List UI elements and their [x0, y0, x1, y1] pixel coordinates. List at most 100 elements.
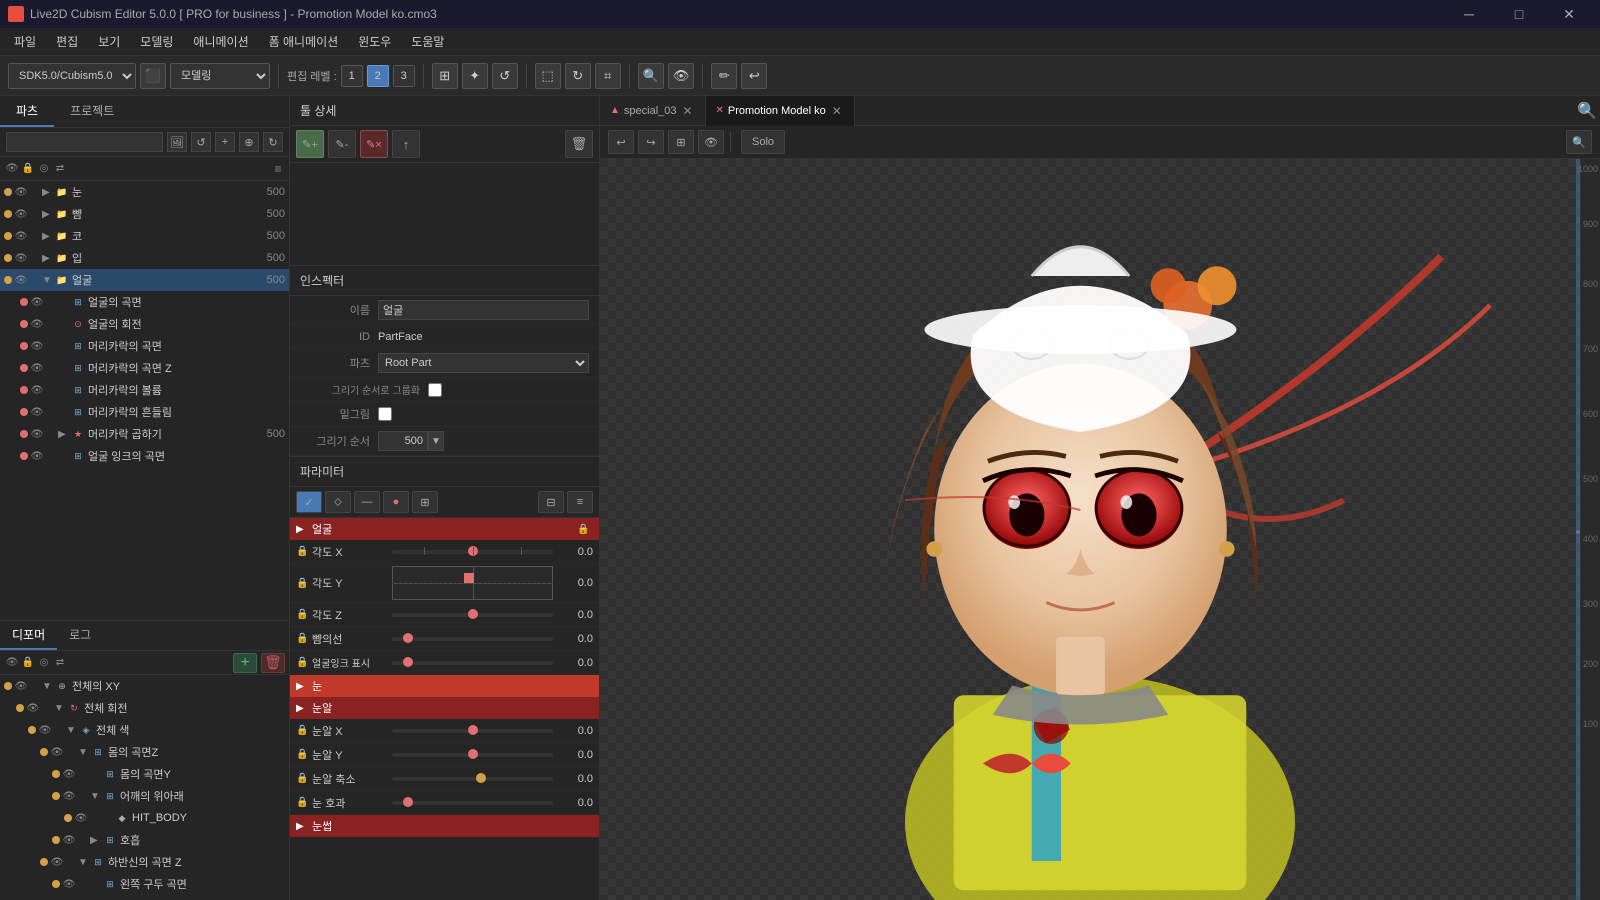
2d-thumb[interactable]: [464, 573, 474, 583]
lock-btn[interactable]: [76, 789, 90, 803]
lock-btn[interactable]: [28, 229, 42, 243]
header-link-icon[interactable]: ⇄: [52, 161, 68, 177]
part-row[interactable]: 👁 ⊞ 머리카락의 흔들림: [0, 401, 289, 423]
part-select[interactable]: Root Part: [378, 353, 589, 373]
spinner-down-btn[interactable]: ▼: [428, 431, 444, 451]
lock-btn[interactable]: [44, 427, 58, 441]
lock-btn[interactable]: [44, 339, 58, 353]
param-lock-icon[interactable]: 🔒: [296, 546, 312, 557]
level-2-button[interactable]: 2: [367, 65, 389, 87]
lock-btn[interactable]: [44, 317, 58, 331]
param-slider-anglex[interactable]: [392, 544, 553, 560]
cv-search-btn[interactable]: 🔍: [1566, 130, 1592, 154]
lock-btn[interactable]: [76, 833, 90, 847]
part-row[interactable]: 👁 ▶ 📁 입 500: [0, 247, 289, 269]
part-row[interactable]: 👁 ⊞ 머리카락의 곡면: [0, 335, 289, 357]
maximize-button[interactable]: □: [1496, 0, 1542, 28]
tool-up-btn[interactable]: ↑: [392, 130, 420, 158]
expand-btn[interactable]: ▶: [42, 231, 54, 242]
menu-view[interactable]: 보기: [88, 29, 130, 54]
part-row[interactable]: 👁 ⊞ 얼굴의 곡면: [0, 291, 289, 313]
lock-btn[interactable]: [76, 767, 90, 781]
close-button[interactable]: ✕: [1546, 0, 1592, 28]
eye-btn[interactable]: 👁: [38, 723, 52, 737]
params-check-btn[interactable]: ✓: [296, 491, 322, 513]
param-group-header-eye[interactable]: ▶ 눈: [290, 675, 599, 697]
cv-eye-btn[interactable]: 👁: [698, 130, 724, 154]
tab-deformer[interactable]: 디포머: [0, 621, 57, 650]
sdk-select[interactable]: SDK5.0/Cubism5.0: [8, 63, 136, 89]
grid-button[interactable]: ⊞: [432, 63, 458, 89]
param-group-header-eyebrow[interactable]: ▶ 눈썹: [290, 815, 599, 837]
eye-btn[interactable]: 👁: [30, 383, 44, 397]
eye-btn[interactable]: 👁: [30, 317, 44, 331]
header-lock-icon[interactable]: 🔒: [20, 161, 36, 177]
parts-refresh-btn[interactable]: ↻: [263, 132, 283, 152]
part-row[interactable]: 👁 ▶ 📁 코 500: [0, 225, 289, 247]
select-button[interactable]: ⬚: [535, 63, 561, 89]
part-row[interactable]: 👁 ▶ ★ 머리카락 곱하기 500: [0, 423, 289, 445]
expand-btn[interactable]: ▼: [78, 747, 90, 758]
params-red-btn[interactable]: ●: [383, 491, 409, 513]
param-lock-icon[interactable]: 🔒: [296, 797, 312, 808]
lock-btn[interactable]: [64, 855, 78, 869]
slider-thumb[interactable]: [476, 773, 486, 783]
param-lock-icon[interactable]: 🔒: [296, 578, 312, 589]
expand-btn[interactable]: ▶: [42, 253, 54, 264]
parts-link-btn[interactable]: ⊕: [239, 132, 259, 152]
tab-parts[interactable]: 파츠: [0, 96, 54, 127]
eye-button[interactable]: 👁: [668, 63, 695, 89]
loop-button[interactable]: ↻: [565, 63, 591, 89]
tool-create-btn[interactable]: ✎+: [296, 130, 324, 158]
expand-btn[interactable]: ▼: [42, 275, 54, 286]
param-lock-icon[interactable]: 🔒: [296, 773, 312, 784]
eye-btn[interactable]: 👁: [62, 767, 76, 781]
cv-redo-btn[interactable]: ↪: [638, 130, 664, 154]
slider-thumb[interactable]: [403, 633, 413, 643]
draw-order-checkbox[interactable]: [428, 383, 442, 397]
header-visible-icon[interactable]: ◎: [36, 161, 52, 177]
expand-btn[interactable]: ▼: [66, 725, 78, 736]
eye-btn[interactable]: 👁: [30, 449, 44, 463]
tab-close-btn[interactable]: ✕: [830, 104, 844, 118]
deformer-item[interactable]: 👁 ▼ ↻ 전체 회전: [0, 697, 289, 719]
deformer-item[interactable]: 👁 ◆ HIT_BODY: [0, 807, 289, 829]
param-slider-faceink[interactable]: [392, 655, 553, 671]
param-slider-eyex[interactable]: [392, 723, 553, 739]
zoom-in-btn[interactable]: 🔍: [1574, 99, 1600, 123]
lock-btn[interactable]: [28, 273, 42, 287]
slider-thumb[interactable]: [468, 609, 478, 619]
slider-thumb[interactable]: [403, 797, 413, 807]
deformer-add-btn[interactable]: +: [233, 653, 257, 673]
lock-btn[interactable]: [44, 405, 58, 419]
expand-btn[interactable]: ▼: [54, 703, 66, 714]
param-lock-icon[interactable]: 🔒: [296, 749, 312, 760]
lock-btn[interactable]: [44, 383, 58, 397]
header-menu-btn[interactable]: ≡: [271, 162, 285, 176]
deformer-item[interactable]: 👁 ▼ ⊞ 어깨의 위아래: [0, 785, 289, 807]
expand-btn[interactable]: ▶: [42, 209, 54, 220]
param-slider-eyey[interactable]: [392, 747, 553, 763]
lock-btn[interactable]: [44, 449, 58, 463]
deformer-item[interactable]: 👁 ▼ ⊕ 전체의 XY: [0, 675, 289, 697]
eye-btn[interactable]: 👁: [26, 701, 40, 715]
eye-btn[interactable]: 👁: [30, 361, 44, 375]
def-eye-icon[interactable]: 👁: [4, 655, 20, 671]
name-input[interactable]: [378, 300, 589, 320]
lock-btn[interactable]: [40, 701, 54, 715]
params-auto-btn[interactable]: —: [354, 491, 380, 513]
menu-file[interactable]: 파일: [4, 29, 46, 54]
eye-btn[interactable]: 👁: [30, 295, 44, 309]
param-slider-angley[interactable]: [392, 566, 553, 600]
eye-btn[interactable]: 👁: [14, 229, 28, 243]
tool-trash-btn[interactable]: 🗑: [565, 130, 593, 158]
menu-edit[interactable]: 편집: [46, 29, 88, 54]
expand-btn[interactable]: ▼: [78, 857, 90, 868]
canvas-tab-special[interactable]: ▲ special_03 ✕: [600, 96, 706, 126]
clipping-checkbox[interactable]: [378, 407, 392, 421]
param-lock-icon[interactable]: 🔒: [296, 725, 312, 736]
menu-form-animation[interactable]: 폼 애니메이션: [259, 29, 349, 54]
level-3-button[interactable]: 3: [393, 65, 415, 87]
deformer-item[interactable]: 👁 ▶ ⊞ 호흡: [0, 829, 289, 851]
deformer-item[interactable]: 👁 ⊞ 왼쪽 구두 곡면: [0, 873, 289, 895]
